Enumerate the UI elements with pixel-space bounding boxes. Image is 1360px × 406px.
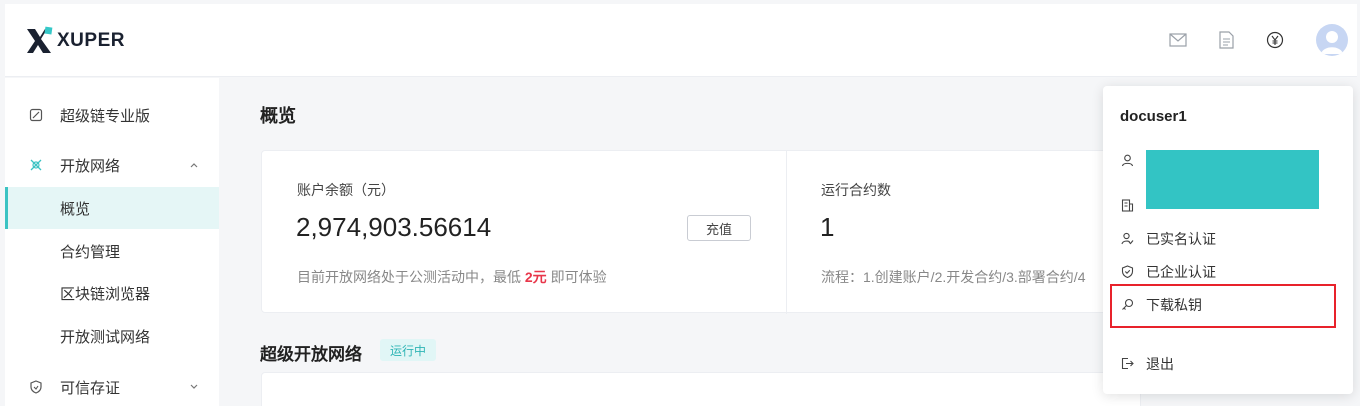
sidebar-item-block-explorer[interactable]: 区块链浏览器: [5, 272, 219, 314]
dropdown-item-real-name-verified[interactable]: 已实名认证: [1103, 223, 1353, 253]
annotation-highlight-box: [1110, 284, 1336, 328]
sidebar-item-open-network[interactable]: 开放网络: [5, 144, 219, 186]
shield-check-icon: [1120, 264, 1134, 278]
dropdown-username: docuser1: [1120, 108, 1187, 125]
chevron-up-icon: [188, 158, 200, 170]
logo-text: XUPER: [57, 30, 125, 51]
balance-note-prefix: 目前开放网络处于公测活动中，最低: [297, 269, 521, 285]
dropdown-item-label: 已实名认证: [1146, 231, 1216, 247]
sidebar-item-contract-management[interactable]: 合约管理: [5, 230, 219, 272]
user-avatar[interactable]: [1316, 24, 1348, 56]
sidebar-item-label: 开放网络: [60, 157, 121, 175]
dropdown-item-logout[interactable]: 退出: [1103, 348, 1353, 378]
sidebar: 超级链专业版 开放网络 概览 合约管理 区块链浏览器 开放测试网络 可信存证: [5, 78, 219, 406]
dropdown-item-label: 已企业认证: [1146, 264, 1216, 280]
card-divider: [786, 151, 787, 314]
logout-icon: [1120, 356, 1134, 370]
balance-note: 目前开放网络处于公测活动中，最低 2元 即可体验: [297, 267, 607, 287]
contracts-label: 运行合约数: [821, 182, 891, 198]
sidebar-item-label: 开放测试网络: [60, 328, 151, 346]
top-header: XUPER: [5, 4, 1357, 77]
section-title: 超级开放网络: [260, 345, 362, 364]
user-icon: [1120, 153, 1134, 167]
sidebar-item-label: 合约管理: [60, 243, 121, 261]
network-card: [261, 372, 1141, 406]
overview-card: 账户余额（元） 2,974,903.56614 充值 目前开放网络处于公测活动中…: [261, 150, 1141, 314]
sidebar-item-label: 概览: [60, 200, 91, 218]
redaction-overlay: [1146, 150, 1319, 209]
document-icon[interactable]: [1216, 30, 1236, 50]
chain-pro-icon: [28, 107, 44, 123]
balance-value: 2,974,903.56614: [296, 212, 492, 242]
sidebar-item-trusted-evidence[interactable]: 可信存证: [5, 366, 219, 406]
user-dropdown-menu: docuser1 已实名认证 已企业认证 下载私钥 退出: [1103, 86, 1353, 394]
yuan-icon[interactable]: [1265, 30, 1285, 50]
balance-label: 账户余额（元）: [297, 182, 395, 198]
xuper-logo[interactable]: XUPER: [25, 26, 125, 56]
dropdown-item-enterprise-verified[interactable]: 已企业认证: [1103, 256, 1353, 286]
contracts-value: 1: [820, 212, 835, 242]
sidebar-item-label: 可信存证: [60, 379, 121, 397]
contracts-note: 流程：1.创建账户/2.开发合约/3.部署合约/4: [821, 269, 1086, 285]
sidebar-item-overview[interactable]: 概览: [5, 187, 219, 229]
balance-note-highlight: 2元: [524, 269, 547, 285]
xuper-logo-mark: [27, 26, 53, 53]
sidebar-item-chain-pro[interactable]: 超级链专业版: [5, 94, 219, 136]
mail-icon[interactable]: [1168, 30, 1188, 50]
company-icon: [1120, 198, 1134, 212]
shield-icon: [28, 379, 44, 395]
sidebar-item-label: 超级链专业版: [60, 107, 151, 125]
sidebar-item-test-network[interactable]: 开放测试网络: [5, 315, 219, 357]
balance-note-suffix: 即可体验: [550, 269, 607, 285]
chevron-down-icon: [188, 380, 200, 392]
status-badge: 运行中: [380, 339, 436, 361]
sidebar-item-label: 区块链浏览器: [60, 285, 151, 303]
recharge-button[interactable]: 充值: [687, 215, 751, 241]
dropdown-item-label: 退出: [1146, 356, 1174, 372]
verified-user-icon: [1120, 231, 1134, 245]
network-icon: [28, 157, 44, 173]
page-title: 概览: [260, 106, 296, 126]
